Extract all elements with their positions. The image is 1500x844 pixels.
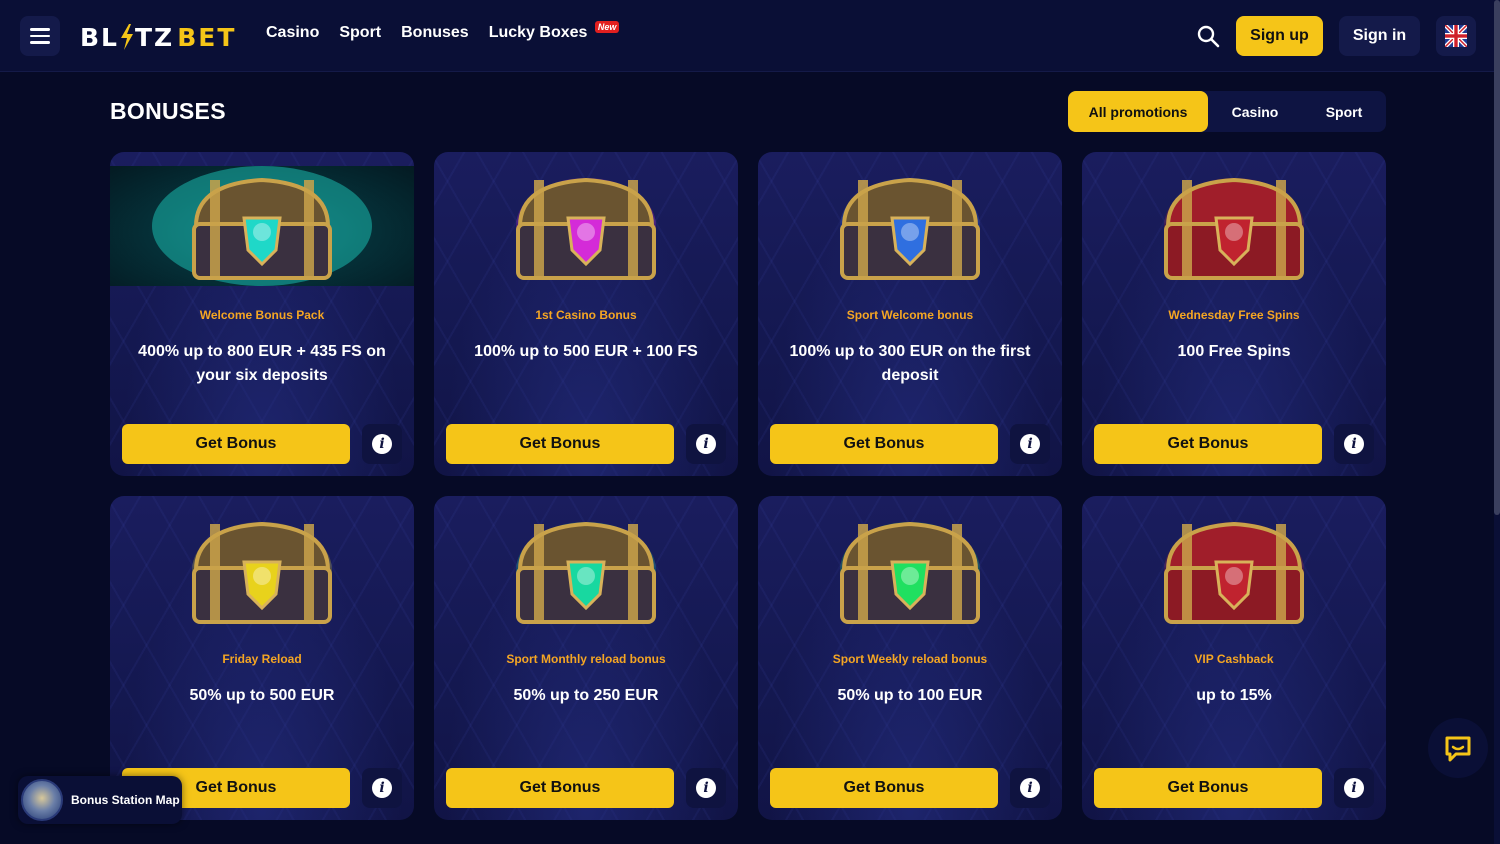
info-button[interactable]: i: [1010, 424, 1050, 464]
language-selector[interactable]: [1436, 16, 1476, 56]
info-icon: i: [696, 434, 716, 454]
search-icon[interactable]: [1196, 24, 1220, 48]
bonus-title: 50% up to 250 EUR: [513, 687, 659, 704]
get-bonus-button[interactable]: Get Bonus: [122, 424, 350, 464]
bonus-title: 50% up to 500 EUR: [189, 687, 335, 704]
treasure-chest-icon: [1164, 521, 1304, 624]
bonus-subtitle: Welcome Bonus Pack: [199, 308, 325, 322]
nav-sport[interactable]: Sport: [339, 24, 381, 42]
bonus-title: 100% up to 300 EUR on the first deposit: [789, 343, 1031, 384]
filter-sport[interactable]: Sport: [1302, 91, 1386, 132]
bonus-subtitle: Sport Monthly reload bonus: [506, 652, 666, 666]
info-button[interactable]: i: [1334, 768, 1374, 808]
bonus-card-5: Friday Reload 50% up to 500 EUR Get Bonu…: [110, 496, 414, 820]
bonus-subtitle: Sport Weekly reload bonus: [832, 652, 988, 666]
info-icon: i: [1020, 434, 1040, 454]
info-button[interactable]: i: [362, 424, 402, 464]
bonus-title: 100% up to 500 EUR + 100 FS: [474, 343, 698, 360]
info-icon: i: [1020, 778, 1040, 798]
get-bonus-button[interactable]: Get Bonus: [770, 424, 998, 464]
logo-text-2: TZ: [135, 22, 175, 52]
bonus-title: up to 15%: [1196, 687, 1272, 704]
station-map-icon: [21, 779, 63, 821]
info-icon: i: [372, 434, 392, 454]
chat-icon: [1445, 736, 1471, 762]
info-button[interactable]: i: [1334, 424, 1374, 464]
main-nav: Casino Sport Bonuses Lucky Boxes New: [266, 21, 620, 42]
get-bonus-button[interactable]: Get Bonus: [1094, 768, 1322, 808]
treasure-chest-icon: [516, 177, 656, 280]
promotion-filters: All promotions Casino Sport: [1068, 91, 1386, 132]
treasure-chest-icon: [110, 166, 414, 286]
page-title: BONUSES: [110, 98, 226, 124]
bonus-subtitle: Sport Welcome bonus: [846, 308, 974, 322]
filter-casino[interactable]: Casino: [1208, 91, 1302, 132]
bonus-card-6: Sport Monthly reload bonus 50% up to 250…: [434, 496, 738, 820]
nav-casino[interactable]: Casino: [266, 24, 319, 42]
get-bonus-button[interactable]: Get Bonus: [446, 424, 674, 464]
get-bonus-button[interactable]: Get Bonus: [446, 768, 674, 808]
bonus-station-map-widget[interactable]: Bonus Station Map: [18, 776, 182, 824]
scrollbar-thumb[interactable]: [1494, 0, 1500, 515]
signup-button[interactable]: Sign up: [1236, 16, 1323, 56]
nav-lucky-boxes[interactable]: Lucky Boxes New: [488, 21, 620, 42]
info-icon: i: [1344, 778, 1364, 798]
info-icon: i: [372, 778, 392, 798]
uk-flag-icon: [1445, 25, 1467, 47]
info-icon: i: [1344, 434, 1364, 454]
info-button[interactable]: i: [1010, 768, 1050, 808]
get-bonus-button[interactable]: Get Bonus: [1094, 424, 1322, 464]
bonus-subtitle: 1st Casino Bonus: [535, 308, 637, 322]
bonus-subtitle: Friday Reload: [222, 652, 302, 666]
bonus-subtitle: VIP Cashback: [1194, 652, 1274, 666]
bonus-title: 50% up to 100 EUR: [837, 687, 983, 704]
filter-all-promotions[interactable]: All promotions: [1068, 91, 1208, 132]
info-button[interactable]: i: [686, 768, 726, 808]
bonus-title: 100 Free Spins: [1177, 343, 1291, 360]
logo-text-3: BET: [177, 22, 237, 52]
blitzbet-logo[interactable]: BL TZ BET: [80, 22, 236, 52]
nav-lucky-boxes-label: Lucky Boxes: [488, 24, 588, 41]
top-header: BL TZ BET Casino Sport Bonuses Lucky Box…: [0, 0, 1500, 72]
chat-button[interactable]: [1428, 718, 1488, 778]
signin-button[interactable]: Sign in: [1339, 16, 1420, 56]
bonus-card-4: Wednesday Free Spins 100 Free Spins Get …: [1082, 152, 1386, 476]
treasure-chest-icon: [840, 521, 980, 624]
treasure-chest-icon: [1164, 177, 1304, 280]
logo-text-1: BL: [80, 22, 119, 52]
bonus-card-2: 1st Casino Bonus 100% up to 500 EUR + 10…: [434, 152, 738, 476]
lightning-bolt-icon: [121, 24, 133, 50]
treasure-chest-icon: [840, 177, 980, 280]
bonus-subtitle: Wednesday Free Spins: [1168, 308, 1300, 322]
menu-icon[interactable]: [20, 16, 60, 56]
nav-bonuses[interactable]: Bonuses: [401, 24, 469, 42]
bonus-card-7: Sport Weekly reload bonus 50% up to 100 …: [758, 496, 1062, 820]
bonus-title: 400% up to 800 EUR + 435 FS on your six …: [138, 343, 386, 384]
bonus-card-3: Sport Welcome bonus 100% up to 300 EUR o…: [758, 152, 1062, 476]
info-button[interactable]: i: [686, 424, 726, 464]
treasure-chest-icon: [192, 521, 332, 624]
treasure-chest-icon: [516, 521, 656, 624]
map-label: Bonus Station Map: [71, 793, 180, 807]
info-button[interactable]: i: [362, 768, 402, 808]
get-bonus-button[interactable]: Get Bonus: [770, 768, 998, 808]
scrollbar[interactable]: [1494, 0, 1500, 844]
new-badge: New: [594, 21, 620, 33]
info-icon: i: [696, 778, 716, 798]
bonus-card-8: VIP Cashback up to 15% Get Bonus i: [1082, 496, 1386, 820]
bonus-card-1: Welcome Bonus Pack 400% up to 800 EUR + …: [110, 152, 414, 476]
